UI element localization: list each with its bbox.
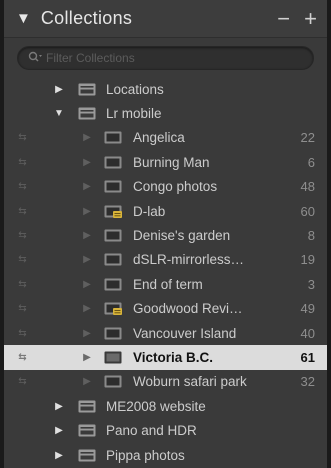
- collection-icon: [104, 131, 122, 144]
- collection-label: Denise's garden: [133, 228, 231, 244]
- disclosure-collapsed-icon[interactable]: ▶: [82, 206, 92, 217]
- photo-count: 48: [300, 179, 315, 195]
- collection-icon: [104, 351, 122, 364]
- sync-icon[interactable]: ⇆: [14, 206, 30, 217]
- collection-label: Pano and HDR: [106, 423, 197, 439]
- panel-title: Collections: [40, 8, 133, 28]
- collection-set-row[interactable]: ▶ Locations: [4, 77, 327, 101]
- photo-count: 61: [300, 349, 315, 365]
- collection-label: Congo photos: [133, 179, 218, 195]
- collection-label: End of term: [133, 276, 203, 292]
- disclosure-collapsed-icon[interactable]: ▶: [82, 230, 92, 241]
- collections-panel: ▼ Collections − + ▶Locations▼Lr mobile⇆▶…: [0, 0, 331, 468]
- disclosure-collapsed-icon[interactable]: ▶: [82, 303, 92, 314]
- collection-set-icon: [78, 449, 96, 462]
- collection-row[interactable]: ⇆ ▶ End of term 3: [4, 272, 327, 296]
- disclosure-expanded-icon[interactable]: ▼: [54, 108, 64, 119]
- collection-set-row[interactable]: ▶ ME2008 website: [4, 394, 327, 418]
- collection-row[interactable]: ⇆ ▶ D-lab 60: [4, 199, 327, 223]
- sync-icon[interactable]: ⇆: [14, 132, 30, 143]
- disclosure-collapsed-icon[interactable]: ▶: [82, 279, 92, 290]
- collection-set-row[interactable]: ▶ Pano and HDR: [4, 418, 327, 442]
- collection-set-icon: [78, 83, 96, 96]
- collection-row[interactable]: ⇆ ▶ Angelica 22: [4, 126, 327, 150]
- sync-icon[interactable]: ⇆: [14, 157, 30, 168]
- collection-icon: [104, 327, 122, 340]
- photo-count: 6: [307, 154, 315, 170]
- collection-label: Goodwood Revi…: [133, 301, 243, 317]
- collection-set-row[interactable]: ▶ Pippa photos: [4, 443, 327, 467]
- photo-count: 60: [300, 203, 315, 219]
- collection-icon: [104, 253, 122, 266]
- photo-count: 49: [300, 301, 315, 317]
- disclosure-collapsed-icon[interactable]: ▶: [82, 181, 92, 192]
- sync-icon[interactable]: ⇆: [14, 303, 30, 314]
- collection-icon: [104, 156, 122, 169]
- collection-label: Locations: [106, 81, 164, 97]
- collection-set-row[interactable]: ▼ Lr mobile: [4, 101, 327, 125]
- sync-icon[interactable]: ⇆: [14, 279, 30, 290]
- collection-row[interactable]: ⇆ ▶ Woburn safari park 32: [4, 370, 327, 394]
- collections-tree: ▶ Locations ▼ Lr mobile ⇆ ▶ Angelica 22 ⇆ ▶ Burnin…: [4, 77, 327, 467]
- collection-label: Woburn safari park: [133, 374, 247, 390]
- photo-count: 3: [307, 276, 315, 292]
- disclosure-collapsed-icon[interactable]: ▶: [82, 132, 92, 143]
- photo-count: 32: [300, 374, 315, 390]
- collection-icon: [104, 180, 122, 193]
- smart-collection-icon: [104, 302, 122, 316]
- remove-collection-button[interactable]: −: [277, 7, 290, 30]
- disclosure-collapsed-icon[interactable]: ▶: [82, 254, 92, 265]
- collection-set-icon: [78, 424, 96, 437]
- panel-header[interactable]: ▼ Collections − +: [4, 0, 327, 38]
- disclosure-collapsed-icon[interactable]: ▶: [54, 401, 64, 412]
- collection-label: Angelica: [133, 130, 185, 146]
- sync-icon[interactable]: ⇆: [14, 376, 30, 387]
- disclosure-collapsed-icon[interactable]: ▶: [82, 157, 92, 168]
- photo-count: 19: [300, 252, 315, 268]
- sync-icon[interactable]: ⇆: [14, 254, 30, 265]
- collection-set-icon: [78, 400, 96, 413]
- filter-collections-input[interactable]: [46, 51, 303, 65]
- collection-icon: [104, 375, 122, 388]
- filter-wrap: [4, 38, 327, 77]
- sync-icon[interactable]: ⇆: [14, 181, 30, 192]
- collection-row[interactable]: ⇆ ▶ Vancouver Island 40: [4, 321, 327, 345]
- sync-icon[interactable]: ⇆: [14, 230, 30, 241]
- collection-label: Burning Man: [133, 154, 210, 170]
- sync-icon[interactable]: ⇆: [14, 352, 30, 363]
- collection-label: D-lab: [133, 203, 166, 219]
- disclosure-collapsed-icon[interactable]: ▶: [82, 352, 92, 363]
- disclosure-collapsed-icon[interactable]: ▶: [82, 376, 92, 387]
- collection-label: Victoria B.C.: [133, 349, 214, 365]
- collection-icon: [104, 229, 122, 242]
- sync-icon[interactable]: ⇆: [14, 328, 30, 339]
- collection-row[interactable]: ⇆ ▶ Burning Man 6: [4, 150, 327, 174]
- add-collection-button[interactable]: +: [304, 7, 317, 30]
- disclosure-collapsed-icon[interactable]: ▶: [54, 450, 64, 461]
- disclosure-collapsed-icon[interactable]: ▶: [82, 328, 92, 339]
- collection-label: dSLR-mirrorless…: [133, 252, 245, 268]
- collection-label: Vancouver Island: [133, 325, 237, 341]
- disclosure-collapsed-icon[interactable]: ▶: [54, 84, 64, 95]
- photo-count: 8: [307, 228, 315, 244]
- collection-label: Pippa photos: [106, 447, 185, 463]
- photo-count: 22: [300, 130, 315, 146]
- smart-collection-icon: [104, 205, 122, 218]
- collection-row[interactable]: ⇆ ▶ Victoria B.C. 61: [4, 345, 327, 370]
- collection-icon: [104, 278, 122, 291]
- photo-count: 40: [300, 325, 315, 341]
- collection-set-icon: [78, 107, 96, 120]
- search-icon[interactable]: [28, 51, 42, 66]
- filter-field[interactable]: [17, 46, 314, 70]
- collection-row[interactable]: ⇆ ▶ Congo photos 48: [4, 175, 327, 199]
- collection-row[interactable]: ⇆ ▶ Goodwood Revi… 49: [4, 297, 327, 321]
- collection-row[interactable]: ⇆ ▶ dSLR-mirrorless… 19: [4, 248, 327, 272]
- collection-row[interactable]: ⇆ ▶ Denise's garden 8: [4, 223, 327, 247]
- disclosure-collapsed-icon[interactable]: ▶: [54, 425, 64, 436]
- collection-label: ME2008 website: [106, 398, 206, 414]
- collection-label: Lr mobile: [106, 106, 162, 122]
- panel-expand-triangle-icon[interactable]: ▼: [16, 11, 31, 26]
